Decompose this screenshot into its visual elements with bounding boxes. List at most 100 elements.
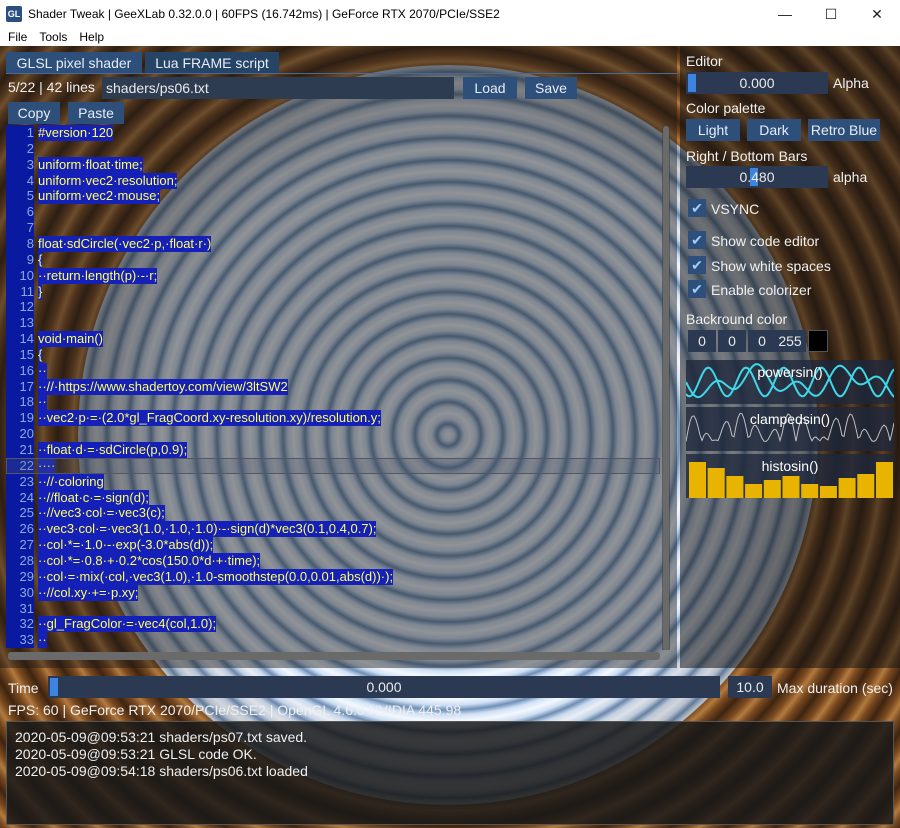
copy-button[interactable]: Copy (8, 102, 60, 124)
histo-bar (763, 480, 781, 498)
line-number: 4 (6, 172, 34, 189)
time-value: 0.000 (366, 679, 402, 695)
code-line: 13 (6, 315, 666, 332)
bg-alpha-input[interactable]: 255 (774, 330, 806, 352)
line-number: 19 (6, 410, 34, 427)
line-number: 25 (6, 505, 34, 522)
vsync-checkbox[interactable]: ✔ (688, 199, 706, 217)
menu-tools[interactable]: Tools (39, 30, 67, 44)
current-line-highlight (6, 458, 660, 474)
code-line: 32 ··gl_FragColor·=·vec4(col,1.0); (6, 616, 666, 633)
show-white-spaces-checkbox[interactable]: ✔ (688, 256, 706, 274)
show-code-editor-label: Show code editor (711, 233, 820, 249)
tab-lua-frame-script[interactable]: Lua FRAME script (145, 52, 279, 74)
paste-button[interactable]: Paste (68, 102, 124, 124)
log-line: 2020-05-09@09:54:18 shaders/ps06.txt loa… (15, 763, 308, 779)
tab-underline (6, 73, 678, 74)
palette-retro-blue-button[interactable]: Retro Blue (808, 119, 880, 141)
powersin-plot: powersin() (686, 360, 894, 404)
line-number: 28 (6, 552, 34, 569)
maximize-button[interactable]: ☐ (808, 0, 854, 28)
code-text: ··vec3·col·=·vec3(1.0,·1.0,·1.0)·-·sign(… (38, 521, 377, 538)
file-path-input[interactable]: shaders/ps06.txt (102, 77, 454, 99)
line-number: 11 (6, 283, 34, 300)
load-button[interactable]: Load (463, 77, 517, 99)
line-number: 13 (6, 315, 34, 332)
menu-file[interactable]: File (8, 30, 27, 44)
code-line: 3 uniform·float·time; (6, 156, 666, 173)
line-number: 10 (6, 267, 34, 284)
code-text: void·main() (38, 331, 104, 348)
code-line: 9{ (6, 251, 666, 268)
line-number: 14 (6, 331, 34, 348)
editor-alpha-slider[interactable]: 0.000 (686, 72, 828, 94)
show-code-editor-checkbox[interactable]: ✔ (688, 231, 706, 249)
line-number: 23 (6, 473, 34, 490)
code-text: ··float·d·=·sdCircle(p,0.9); (38, 442, 188, 458)
bars-alpha-slider[interactable]: 0.480 (686, 166, 828, 188)
code-line: 25 ··//vec3·col·=·vec3(c); (6, 505, 666, 522)
time-slider-grab[interactable] (50, 678, 58, 696)
menu-bar: File Tools Help (0, 28, 900, 46)
line-number: 18 (6, 394, 34, 411)
code-text: ·· (38, 362, 47, 379)
bg-green-input[interactable]: 0 (718, 330, 746, 352)
code-line: 18 ·· (6, 394, 666, 411)
menu-help[interactable]: Help (79, 30, 104, 44)
max-duration-input[interactable]: 10.0 (728, 676, 772, 698)
histo-bar (819, 486, 837, 498)
vertical-scrollbar[interactable] (662, 126, 670, 650)
checkmark-icon: ✔ (691, 199, 703, 216)
line-number: 33 (6, 632, 34, 649)
line-number: 32 (6, 616, 34, 633)
editor-alpha-label: Alpha (833, 75, 869, 91)
code-text: ··//·https://www.shadertoy.com/view/3ltS… (38, 378, 288, 395)
bars-alpha-label: alpha (833, 169, 868, 185)
code-line: 12 (6, 299, 666, 316)
code-text: ··vec2·p·=·(2.0*gl_FragCoord.xy-resoluti… (38, 410, 381, 427)
code-line: 20 (6, 426, 666, 443)
vertical-scroll-thumb[interactable] (663, 126, 669, 650)
palette-light-button[interactable]: Light (686, 119, 740, 141)
palette-dark-button[interactable]: Dark (747, 119, 801, 141)
log-line: 2020-05-09@09:53:21 GLSL code OK. (15, 746, 257, 762)
histo-bar (782, 476, 800, 498)
powersin-label: powersin() (757, 364, 823, 380)
checkmark-icon: ✔ (691, 280, 703, 297)
minimize-button[interactable]: — (762, 0, 808, 28)
tab-glsl-pixel-shader[interactable]: GLSL pixel shader (6, 52, 142, 74)
code-line: 8 float·sdCircle(·vec2·p,·float·r·) (6, 235, 666, 252)
code-editor[interactable]: 1 #version·120 2 3 uniform·float·time; 4 unifo… (6, 125, 666, 651)
bg-color-swatch[interactable] (808, 330, 828, 352)
time-slider[interactable]: 0.000 (48, 676, 720, 698)
line-number: 15 (6, 346, 34, 363)
enable-colorizer-checkbox[interactable]: ✔ (688, 280, 706, 298)
save-button[interactable]: Save (525, 77, 577, 99)
code-text: ··//col.xy·+=·p.xy; (38, 584, 139, 601)
log-console[interactable]: 2020-05-09@09:53:21 shaders/ps07.txt sav… (6, 721, 894, 825)
horizontal-scrollbar[interactable] (8, 652, 660, 660)
code-text: uniform·float·time; (38, 156, 143, 173)
line-number: 9 (6, 251, 34, 268)
line-number: 1 (6, 125, 34, 141)
line-position: 5/22 | 42 lines (8, 79, 95, 95)
close-button[interactable]: ✕ (854, 0, 900, 28)
code-text: uniform·vec2·mouse; (38, 188, 161, 205)
line-number: 6 (6, 204, 34, 221)
code-line: 16 ·· (6, 362, 666, 379)
line-number: 7 (6, 220, 34, 237)
line-number: 17 (6, 378, 34, 395)
bg-blue-input[interactable]: 0 (748, 330, 776, 352)
bars-alpha-value: 0.480 (739, 169, 775, 185)
code-text: ··col·*=·0.8·+·0.2*cos(150.0*d·+·time); (38, 552, 261, 569)
line-number: 12 (6, 299, 34, 316)
bg-red-input[interactable]: 0 (688, 330, 716, 352)
code-text: ·· (38, 394, 47, 411)
code-line: 29 ··col·=·mix(·col,·vec3(1.0),·1.0-smoot… (6, 568, 666, 585)
line-number: 2 (6, 140, 34, 157)
status-line: FPS: 60 | GeForce RTX 2070/PCIe/SSE2 | O… (8, 702, 462, 718)
line-number: 30 (6, 584, 34, 601)
window-title: Shader Tweak | GeeXLab 0.32.0.0 | 60FPS … (28, 7, 500, 21)
editor-alpha-grab[interactable] (688, 74, 696, 92)
histo-bar (801, 484, 819, 498)
